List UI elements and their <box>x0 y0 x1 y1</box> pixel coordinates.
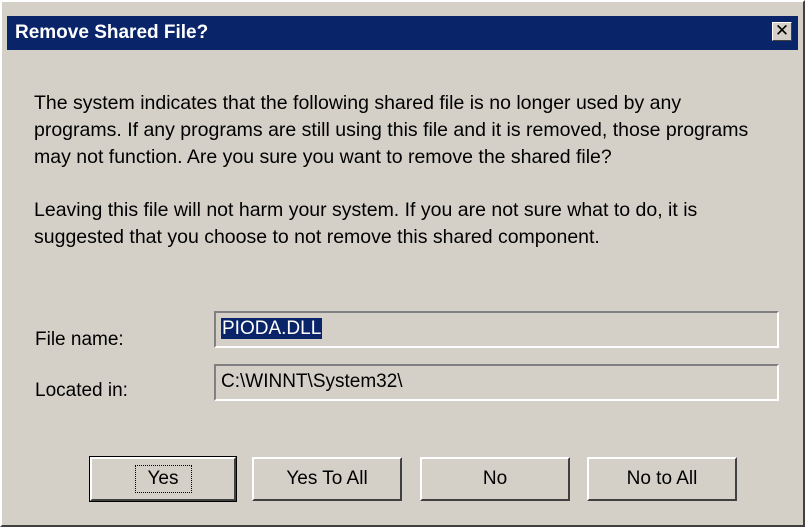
close-icon: ✕ <box>774 21 790 40</box>
remove-shared-file-dialog: Remove Shared File? ✕ The system indicat… <box>0 0 805 527</box>
no-to-all-button[interactable]: No to All <box>587 457 737 501</box>
close-button[interactable]: ✕ <box>772 22 792 41</box>
file-name-value: PIODA.DLL <box>221 318 323 339</box>
message-secondary: Leaving this file will not harm your sys… <box>34 199 698 248</box>
located-in-label: Located in: <box>35 380 128 401</box>
no-button-label: No <box>482 468 508 489</box>
file-name-label: File name: <box>35 329 124 350</box>
yes-button-label: Yes <box>134 465 192 493</box>
yes-button[interactable]: Yes <box>89 456 237 502</box>
title-bar[interactable]: Remove Shared File? ✕ <box>7 16 798 50</box>
message-primary: The system indicates that the following … <box>34 92 749 168</box>
located-in-field[interactable]: C:\WINNT\System32\ <box>214 364 779 401</box>
no-to-all-button-label: No to All <box>626 468 698 489</box>
dialog-title: Remove Shared File? <box>15 22 209 43</box>
yes-to-all-button[interactable]: Yes To All <box>252 457 402 501</box>
located-in-value: C:\WINNT\System32\ <box>221 371 403 392</box>
yes-to-all-button-label: Yes To All <box>286 468 368 489</box>
no-button[interactable]: No <box>420 457 570 501</box>
file-name-field[interactable]: PIODA.DLL <box>214 311 779 348</box>
